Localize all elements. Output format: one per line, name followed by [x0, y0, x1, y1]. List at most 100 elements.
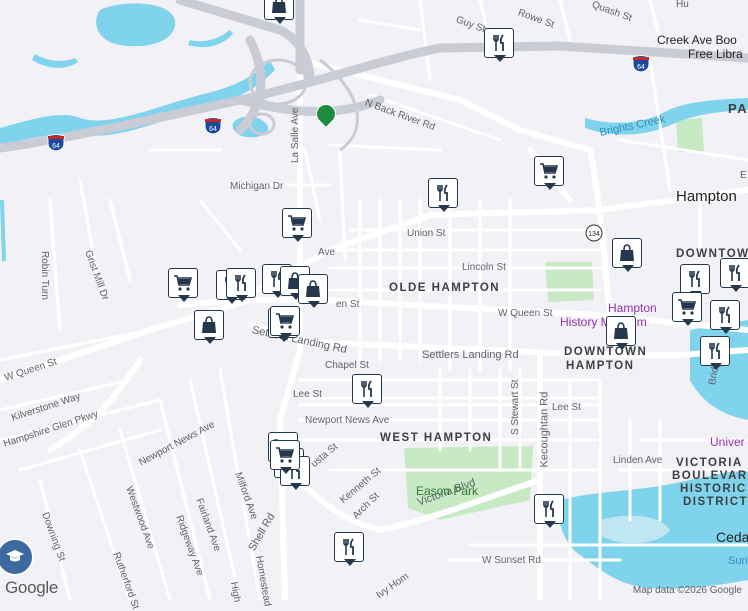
marker-pointer — [178, 295, 190, 302]
marker-frame — [720, 258, 748, 288]
marker-pointer — [730, 285, 742, 292]
marker-pointer — [274, 17, 286, 24]
street-label-linden: Linden Ave — [613, 455, 663, 466]
cart-icon — [539, 161, 559, 181]
poi-marker-cart[interactable] — [270, 440, 302, 474]
street-label-chapel: Chapel St — [325, 360, 369, 371]
marker-frame — [534, 156, 564, 186]
utensils-icon — [231, 273, 251, 293]
bag-icon — [199, 315, 219, 335]
poi-marker-utensils[interactable] — [334, 532, 366, 566]
map-canvas[interactable] — [0, 0, 748, 600]
poi-marker-bag[interactable] — [264, 0, 296, 24]
shield-label: 64 — [52, 143, 60, 150]
marker-pointer — [236, 295, 248, 302]
shield-label: 64 — [637, 64, 645, 71]
poi-marker-utensils[interactable] — [720, 258, 748, 292]
street-label-union: Union St — [407, 228, 446, 239]
marker-frame — [428, 178, 458, 208]
street-label-settlers-landing-east: Settlers Landing Rd — [422, 349, 519, 361]
marker-pointer — [544, 183, 556, 190]
street-label-la-salle: La Salle Ave — [290, 107, 301, 163]
cart-icon — [275, 445, 295, 465]
poi-marker-utensils[interactable] — [352, 374, 384, 408]
poi-marker-utensils[interactable] — [710, 300, 742, 334]
shield-label: 134 — [588, 231, 600, 238]
street-label-michigan: Michigan Dr — [230, 181, 284, 192]
marker-frame — [352, 374, 382, 404]
place-label-eason-park: Eason Park — [416, 484, 479, 498]
marker-pointer — [622, 265, 634, 272]
marker-pointer — [710, 363, 722, 370]
poi-marker-cart[interactable] — [270, 306, 302, 340]
poi-marker-bag[interactable] — [606, 316, 638, 350]
street-label-robin: Robin Turn — [39, 251, 50, 300]
area-label-west-hampton: WEST HAMPTON — [380, 432, 493, 444]
poi-marker-utensils[interactable] — [484, 28, 516, 62]
poi-marker-utensils[interactable] — [700, 336, 732, 370]
marker-frame — [700, 336, 730, 366]
utensils-icon — [357, 379, 377, 399]
poi-marker-bag[interactable] — [194, 310, 226, 344]
street-label-e: E — [740, 170, 747, 181]
place-label-hampton: Hampton — [676, 188, 737, 205]
marker-frame — [534, 494, 564, 524]
utensils-icon — [489, 33, 509, 53]
marker-pointer — [344, 559, 356, 566]
poi-marker-cart[interactable] — [168, 268, 200, 302]
poi-marker-utensils[interactable] — [226, 268, 258, 302]
area-label-victoria-4: DISTRICT — [683, 496, 748, 508]
poi-marker-cart[interactable] — [672, 292, 704, 326]
shield-label: 64 — [209, 126, 217, 133]
marker-pointer — [308, 301, 320, 308]
cart-icon — [287, 213, 307, 233]
marker-pointer — [290, 483, 302, 490]
marker-pointer — [544, 521, 556, 528]
utensils-icon — [705, 341, 725, 361]
map-attribution[interactable]: Map data ©2026 Google — [633, 585, 742, 596]
state-route-shield-icon: 134 — [584, 224, 604, 247]
area-label-downtown-line2: HAMPTON — [566, 360, 635, 372]
google-logo: Google — [5, 578, 59, 597]
street-label-queen-partial: en St — [336, 299, 360, 310]
marker-frame — [334, 532, 364, 562]
place-label-ceda: Ceda — [716, 529, 748, 545]
street-label-newport-news-east: Newport News Ave — [305, 415, 390, 426]
utensils-icon — [539, 499, 559, 519]
interstate-shield-icon: 64 — [47, 134, 65, 157]
poi-marker-cart[interactable] — [282, 208, 314, 242]
marker-pointer — [292, 235, 304, 242]
marker-frame — [194, 310, 224, 340]
marker-frame — [672, 292, 702, 322]
marker-frame — [270, 306, 300, 336]
area-label-victoria-1: VICTORIA — [676, 457, 743, 469]
street-label-lee-west: Lee St — [293, 389, 322, 400]
marker-pointer — [682, 319, 694, 326]
poi-marker-bag[interactable] — [612, 238, 644, 272]
marker-frame — [680, 264, 710, 294]
bag-icon — [303, 279, 323, 299]
marker-frame — [484, 28, 514, 58]
poi-marker-utensils[interactable] — [428, 178, 460, 212]
street-label-hu: Hu — [676, 0, 689, 10]
street-label-lincoln: Lincoln St — [462, 262, 506, 273]
utensils-icon — [339, 537, 359, 557]
place-label-univer: Univer — [710, 435, 745, 449]
area-label-victoria-2: BOULEVARD — [672, 470, 748, 482]
bag-icon — [269, 0, 289, 15]
poi-marker-utensils[interactable] — [534, 494, 566, 528]
poi-marker-bag[interactable] — [298, 274, 330, 308]
place-label-history-line1: Hampton — [608, 301, 657, 315]
street-label-w-sunset: W Sunset Rd — [482, 555, 541, 566]
place-label-sun: Sun — [728, 555, 748, 567]
marker-pointer — [204, 337, 216, 344]
utensils-icon — [685, 269, 705, 289]
marker-pointer — [616, 343, 628, 350]
poi-marker-cart[interactable] — [534, 156, 566, 190]
marker-pointer — [280, 333, 292, 340]
utensils-icon — [725, 263, 745, 283]
street-label-s-stewart: S Stewart St — [510, 379, 521, 435]
marker-pointer — [280, 467, 292, 474]
marker-frame — [270, 440, 300, 470]
marker-pointer — [438, 205, 450, 212]
